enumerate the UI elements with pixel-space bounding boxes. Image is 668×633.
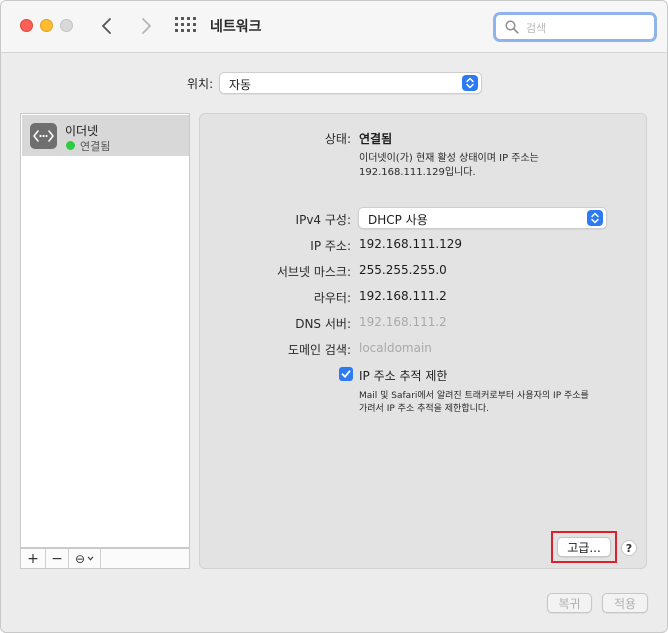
remove-service-button[interactable]: −	[46, 549, 69, 568]
search-placeholder: 검색	[526, 22, 547, 35]
help-button[interactable]: ?	[621, 540, 637, 556]
service-list-toolbar: + − ⊖	[20, 548, 190, 569]
ipv4-config-value: DHCP 사용	[368, 213, 428, 227]
show-all-grid-icon[interactable]	[175, 17, 196, 35]
select-stepper-icon	[587, 210, 603, 226]
status-description-line2: 192.168.111.129입니다.	[359, 167, 476, 178]
subnet-mask-value: 255.255.255.0	[359, 263, 447, 277]
search-icon	[505, 20, 519, 34]
limit-tracking-description-line1: Mail 및 Safari에서 알려진 트래커로부터 사용자의 IP 주소를	[359, 391, 589, 401]
location-value: 자동	[229, 78, 252, 92]
location-select[interactable]: 자동	[219, 72, 482, 94]
chevron-down-icon	[87, 556, 94, 561]
zoom-window-button[interactable]	[60, 19, 73, 32]
connected-status-dot	[66, 141, 75, 150]
minimize-window-button[interactable]	[40, 19, 53, 32]
back-button[interactable]	[95, 14, 119, 38]
status-value: 연결됨	[359, 132, 393, 146]
action-menu-icon: ⊖	[74, 551, 86, 566]
search-domains-value: localdomain	[359, 341, 432, 355]
window-title: 네트워크	[210, 19, 262, 35]
limit-ip-tracking-checkbox[interactable]	[339, 367, 353, 381]
add-service-button[interactable]: +	[21, 549, 46, 568]
close-window-button[interactable]	[20, 19, 33, 32]
chevron-left-icon	[102, 18, 111, 34]
dns-server-label: DNS 서버:	[295, 317, 351, 331]
search-domains-label: 도메인 검색:	[287, 343, 351, 357]
ipv4-config-label: IPv4 구성:	[295, 213, 351, 227]
status-description-line1: 이더넷이(가) 현재 활성 상태이며 IP 주소는	[359, 153, 539, 164]
ip-address-label: IP 주소:	[310, 239, 351, 253]
ethernet-icon	[30, 123, 57, 149]
dns-server-value: 192.168.111.2	[359, 315, 447, 329]
apply-button[interactable]: 적용	[602, 593, 648, 613]
service-status: 연결됨	[80, 140, 111, 153]
router-value: 192.168.111.2	[359, 289, 447, 303]
service-list: 이더넷 연결됨	[20, 113, 190, 548]
limit-ip-tracking-label[interactable]: IP 주소 추적 제한	[359, 367, 447, 384]
title-bar: 네트워크 검색	[1, 1, 667, 53]
subnet-mask-label: 서브넷 마스크:	[276, 265, 351, 279]
service-name: 이더넷	[65, 124, 99, 138]
chevron-right-icon	[142, 18, 151, 34]
location-label: 위치:	[187, 77, 214, 91]
status-label: 상태:	[324, 132, 351, 146]
search-field[interactable]: 검색	[493, 12, 657, 42]
action-menu-button[interactable]: ⊖	[69, 549, 101, 568]
select-stepper-icon	[462, 75, 478, 91]
router-label: 라우터:	[313, 291, 351, 305]
ip-address-value: 192.168.111.129	[359, 237, 463, 251]
network-preferences-window: 네트워크 검색 위치: 자동 이더넷 연결됨 + − ⊖ 상태: 연결됨 이더넷…	[0, 0, 668, 633]
forward-button[interactable]	[134, 14, 158, 38]
checkmark-icon	[341, 370, 351, 378]
revert-button[interactable]: 복귀	[547, 593, 592, 613]
limit-tracking-description-line2: 가려서 IP 주소 추적을 제한합니다.	[359, 404, 490, 414]
service-item-ethernet[interactable]: 이더넷 연결됨	[22, 115, 189, 156]
ipv4-config-select[interactable]: DHCP 사용	[358, 207, 607, 229]
advanced-button[interactable]: 고급...	[557, 537, 611, 557]
